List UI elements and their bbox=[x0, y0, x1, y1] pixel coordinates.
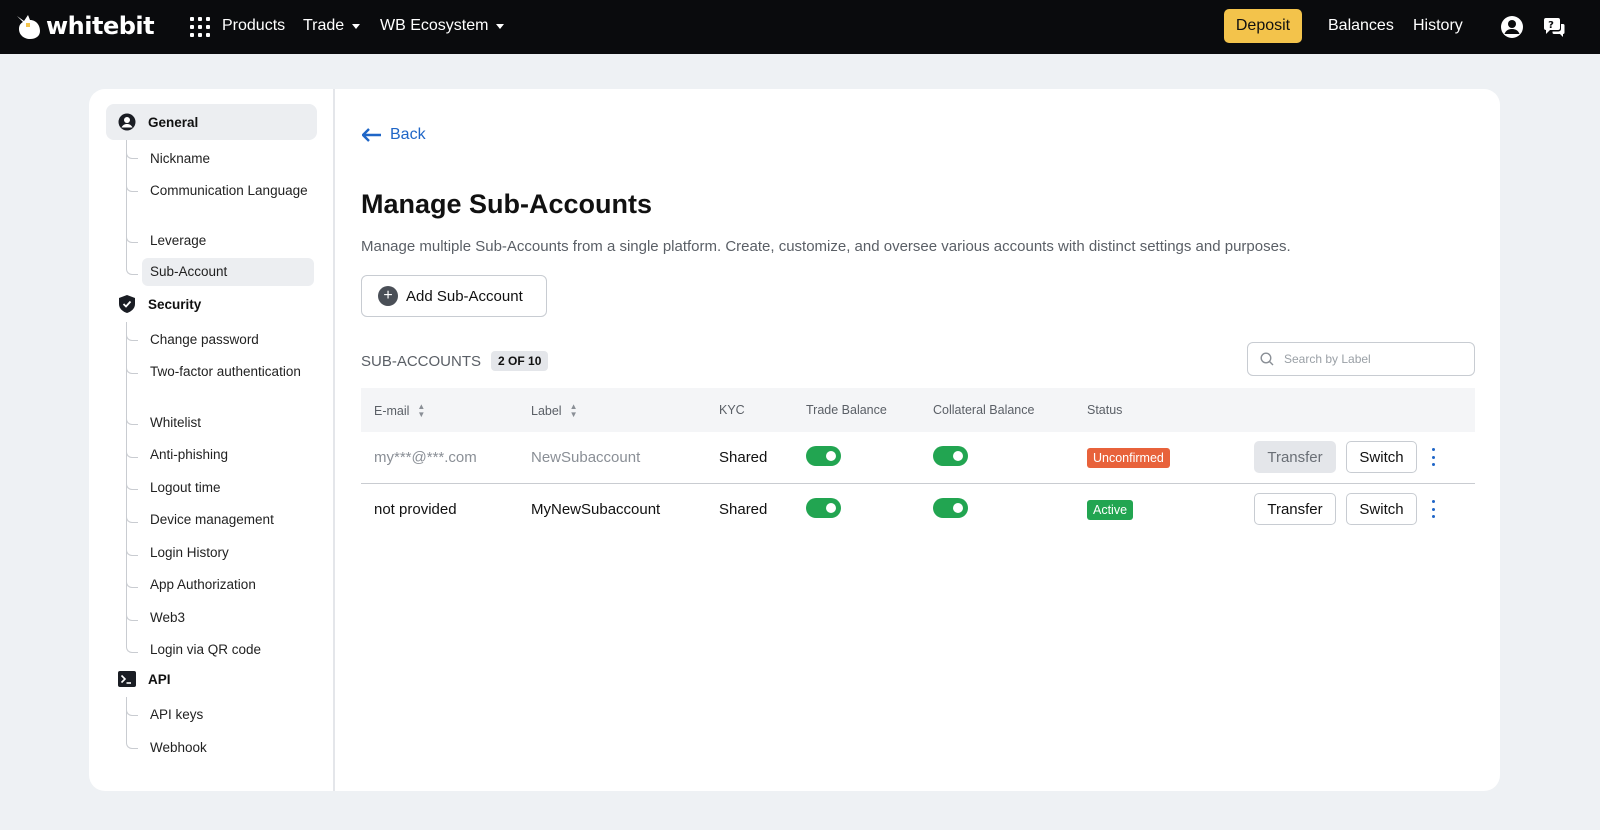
add-sub-account-label: Add Sub-Account bbox=[406, 287, 523, 305]
status-badge: Active bbox=[1087, 500, 1134, 520]
sidebar-section-label: General bbox=[148, 114, 199, 130]
transfer-button[interactable]: Transfer bbox=[1254, 441, 1336, 473]
nav-wb-ecosystem[interactable]: WB Ecosystem bbox=[380, 17, 505, 35]
arrow-left-icon bbox=[362, 128, 381, 142]
sidebar-item-webhook[interactable]: Webhook bbox=[150, 734, 326, 762]
sub-accounts-count-badge: 2 OF 10 bbox=[491, 351, 549, 371]
sidebar-item-app-authorization[interactable]: App Authorization bbox=[150, 571, 326, 599]
cell-label: MyNewSubaccount bbox=[531, 501, 661, 518]
grid-icon[interactable] bbox=[190, 17, 210, 37]
whitebit-logo[interactable]: whitebit bbox=[14, 11, 155, 41]
sidebar-section-label: API bbox=[148, 671, 171, 687]
column-header-label[interactable]: Label ▲ ▼ bbox=[531, 403, 578, 419]
trade-balance-toggle[interactable] bbox=[806, 498, 841, 518]
whitebit-logo-icon bbox=[17, 15, 40, 39]
nav-wb-ecosystem-label: WB Ecosystem bbox=[380, 17, 489, 34]
support-chat-icon[interactable]: ? bbox=[1542, 15, 1566, 39]
sidebar-item-change-password[interactable]: Change password bbox=[150, 326, 326, 354]
collateral-balance-toggle[interactable] bbox=[933, 446, 968, 466]
status-badge: Unconfirmed bbox=[1087, 448, 1170, 468]
cell-email: not provided bbox=[374, 501, 457, 518]
back-link[interactable]: Back bbox=[362, 126, 426, 144]
svg-text:?: ? bbox=[1548, 20, 1554, 31]
switch-button[interactable]: Switch bbox=[1346, 441, 1417, 473]
sidebar-section-api[interactable]: API bbox=[106, 661, 317, 697]
column-header-status: Status bbox=[1087, 403, 1123, 417]
chevron-down-icon bbox=[352, 23, 361, 29]
cell-kyc: Shared bbox=[719, 449, 768, 466]
nav-products-label: Products bbox=[222, 17, 286, 34]
add-sub-account-button[interactable]: + Add Sub-Account bbox=[361, 275, 547, 317]
sub-accounts-heading-label: SUB-ACCOUNTS bbox=[361, 352, 482, 370]
cell-kyc: Shared bbox=[719, 501, 768, 518]
sidebar-item-device-management[interactable]: Device management bbox=[150, 506, 326, 534]
nav-balances[interactable]: Balances bbox=[1328, 17, 1394, 35]
nav-history[interactable]: History bbox=[1413, 17, 1463, 35]
shield-icon bbox=[118, 295, 136, 313]
column-header-collateral-balance: Collateral Balance bbox=[933, 403, 1035, 417]
page-title: Manage Sub-Accounts bbox=[361, 189, 653, 219]
sidebar-item-api-keys[interactable]: API keys bbox=[150, 701, 326, 729]
nav-trade-label: Trade bbox=[303, 17, 345, 34]
sidebar-item-login-via-qr-code[interactable]: Login via QR code bbox=[150, 636, 326, 664]
table-row: my***@***.com NewSubaccount Shared Uncon… bbox=[361, 432, 1475, 484]
terminal-icon bbox=[118, 670, 136, 688]
collateral-balance-toggle[interactable] bbox=[933, 498, 968, 518]
sidebar-item-sub-account[interactable]: Sub-Account bbox=[142, 258, 314, 286]
plus-circle-icon: + bbox=[378, 286, 398, 306]
sidebar-item-logout-time[interactable]: Logout time bbox=[150, 474, 326, 502]
top-navigation-bar: whitebit Products Trade WB Ecosystem Dep… bbox=[0, 0, 1600, 54]
sort-icon: ▲ ▼ bbox=[569, 402, 578, 419]
nav-trade[interactable]: Trade bbox=[303, 17, 361, 35]
sub-accounts-table: E-mail ▲ ▼ Label ▲ ▼ KYC Trade Balance Col… bbox=[361, 388, 1475, 536]
cell-email: my***@***.com bbox=[374, 449, 477, 466]
sidebar-item-nickname[interactable]: Nickname bbox=[150, 145, 326, 173]
sidebar-item-two-factor-authentication[interactable]: Two-factor authentication bbox=[150, 358, 326, 386]
sidebar-item-anti-phishing[interactable]: Anti-phishing bbox=[150, 441, 326, 469]
column-header-email[interactable]: E-mail ▲ ▼ bbox=[374, 403, 425, 419]
sidebar-section-general[interactable]: General bbox=[106, 104, 317, 140]
nav-products[interactable]: Products bbox=[222, 17, 285, 35]
nav-history-label: History bbox=[1413, 17, 1463, 34]
sidebar-item-login-history[interactable]: Login History bbox=[150, 539, 326, 567]
settings-card: General Nickname Communication Language … bbox=[89, 89, 1500, 791]
nav-balances-label: Balances bbox=[1328, 17, 1394, 34]
cell-label: NewSubaccount bbox=[531, 449, 641, 466]
deposit-button[interactable]: Deposit bbox=[1224, 9, 1302, 43]
more-options-icon[interactable] bbox=[1427, 500, 1439, 518]
page-description: Manage multiple Sub-Accounts from a sing… bbox=[361, 238, 1291, 255]
logo-text: whitebit bbox=[46, 12, 155, 40]
column-header-trade-balance: Trade Balance bbox=[806, 403, 887, 417]
trade-balance-toggle[interactable] bbox=[806, 446, 841, 466]
transfer-button[interactable]: Transfer bbox=[1254, 493, 1336, 525]
sidebar-section-security[interactable]: Security bbox=[106, 286, 317, 322]
user-circle-icon bbox=[118, 113, 136, 131]
table-header: E-mail ▲ ▼ Label ▲ ▼ KYC Trade Balance Col… bbox=[361, 388, 1475, 432]
more-options-icon[interactable] bbox=[1427, 448, 1439, 466]
chevron-down-icon bbox=[496, 23, 505, 29]
back-link-label: Back bbox=[390, 126, 426, 143]
sidebar-item-web3[interactable]: Web3 bbox=[150, 604, 326, 632]
search-input[interactable] bbox=[1284, 352, 1454, 366]
switch-button[interactable]: Switch bbox=[1346, 493, 1417, 525]
column-header-kyc: KYC bbox=[719, 403, 745, 417]
column-header-email-label: E-mail bbox=[374, 404, 410, 418]
search-icon bbox=[1260, 352, 1274, 366]
column-header-label-label: Label bbox=[531, 404, 562, 418]
user-icon[interactable] bbox=[1500, 15, 1524, 39]
sidebar-item-leverage[interactable]: Leverage bbox=[150, 227, 326, 255]
sub-accounts-heading: SUB-ACCOUNTS 2 OF 10 bbox=[361, 351, 549, 371]
table-row: not provided MyNewSubaccount Shared Acti… bbox=[361, 484, 1475, 536]
sidebar-section-label: Security bbox=[148, 296, 202, 312]
sort-icon: ▲ ▼ bbox=[417, 402, 426, 419]
sidebar-item-whitelist[interactable]: Whitelist bbox=[150, 409, 326, 437]
search-field[interactable] bbox=[1247, 342, 1475, 376]
settings-sidebar: General Nickname Communication Language … bbox=[89, 89, 335, 791]
sidebar-item-communication-language[interactable]: Communication Language bbox=[150, 177, 326, 205]
